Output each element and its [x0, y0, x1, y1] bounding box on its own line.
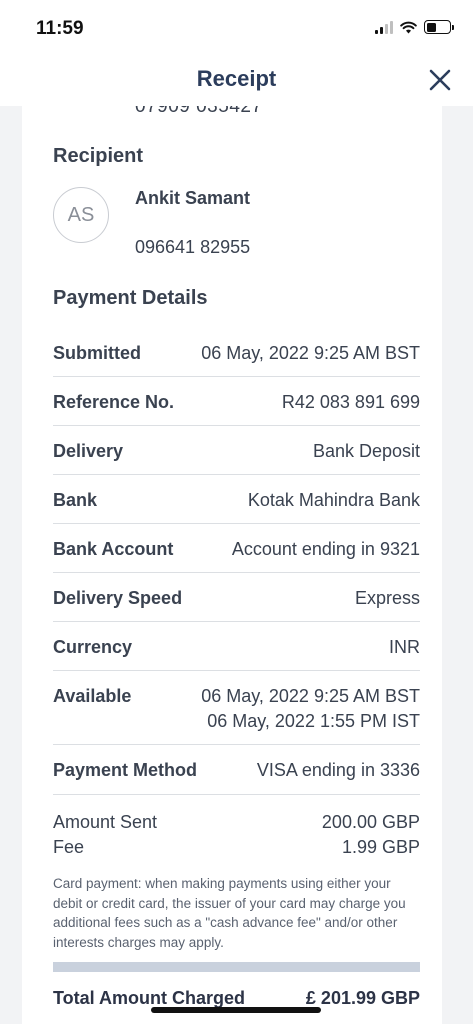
available-time-bst: 06 May, 2022 9:25 AM BST: [201, 686, 420, 706]
divider: [53, 572, 420, 573]
detail-row-delivery: Delivery Bank Deposit: [53, 441, 420, 462]
divider: [53, 523, 420, 524]
divider: [53, 794, 420, 795]
divider: [53, 744, 420, 745]
detail-row-bank-account: Bank Account Account ending in 9321: [53, 539, 420, 560]
detail-value: R42 083 891 699: [281, 392, 420, 412]
detail-label: Currency: [53, 637, 133, 657]
detail-value: Account ending in 9321: [231, 539, 420, 559]
avatar: AS: [53, 187, 109, 243]
status-icons: [375, 20, 454, 34]
header: Receipt: [0, 56, 473, 106]
status-bar: 11:59: [0, 0, 473, 56]
detail-row-payment-method: Payment Method VISA ending in 3336: [53, 760, 420, 781]
detail-value: INR: [389, 637, 420, 657]
battery-icon: [424, 20, 454, 34]
detail-value: 06 May, 2022 9:25 AM BST 06 May, 2022 1:…: [201, 686, 420, 732]
fee-label: Fee: [53, 837, 85, 857]
detail-label: Payment Method: [53, 760, 198, 780]
detail-value: VISA ending in 3336: [256, 760, 420, 780]
divider: [53, 425, 420, 426]
page-title: Receipt: [196, 66, 277, 91]
amount-sent-label: Amount Sent: [53, 812, 158, 832]
summary-divider: [53, 962, 420, 972]
total-value: £ 201.99 GBP: [305, 988, 420, 1008]
fee-row: Fee 1.99 GBP: [53, 837, 420, 858]
detail-label: Delivery Speed: [53, 588, 183, 608]
recipient-name: Ankit Samant: [135, 188, 251, 208]
detail-label: Submitted: [53, 343, 141, 363]
signal-icon: [375, 20, 393, 34]
divider: [53, 376, 420, 377]
detail-label: Bank: [53, 490, 98, 510]
amount-sent-value: 200.00 GBP: [321, 812, 420, 832]
detail-row-delivery-speed: Delivery Speed Express: [53, 588, 420, 609]
recipient-section-title: Recipient: [53, 145, 144, 167]
recipient-phone: 096641 82955: [135, 237, 251, 257]
detail-value: Bank Deposit: [312, 441, 420, 461]
amount-sent-row: Amount Sent 200.00 GBP: [53, 812, 420, 833]
detail-row-submitted: Submitted 06 May, 2022 9:25 AM BST: [53, 343, 420, 364]
detail-row-reference: Reference No. R42 083 891 699: [53, 392, 420, 413]
home-indicator[interactable]: [151, 1007, 321, 1013]
detail-label: Delivery: [53, 441, 124, 461]
detail-label: Reference No.: [53, 392, 175, 412]
detail-row-available: Available 06 May, 2022 9:25 AM BST 06 Ma…: [53, 686, 420, 732]
detail-value: 06 May, 2022 9:25 AM BST: [201, 343, 420, 363]
card-payment-note: Card payment: when making payments using…: [53, 876, 406, 950]
status-time: 11:59: [36, 18, 84, 39]
close-icon[interactable]: [428, 68, 452, 92]
payment-details-title: Payment Details: [53, 287, 208, 309]
detail-label: Bank Account: [53, 539, 174, 559]
receipt-card: 07909 035427 Recipient AS Ankit Samant 0…: [22, 92, 442, 1024]
wifi-icon: [400, 21, 417, 33]
total-label: Total Amount Charged: [53, 988, 245, 1008]
detail-row-bank: Bank Kotak Mahindra Bank: [53, 490, 420, 511]
detail-label: Available: [53, 686, 132, 706]
detail-value: Kotak Mahindra Bank: [247, 490, 420, 510]
detail-row-currency: Currency INR: [53, 637, 420, 658]
fee-value: 1.99 GBP: [341, 837, 420, 857]
divider: [53, 670, 420, 671]
divider: [53, 474, 420, 475]
detail-value: Express: [354, 588, 420, 608]
total-row: Total Amount Charged £ 201.99 GBP: [53, 988, 420, 1009]
available-time-ist: 06 May, 2022 1:55 PM IST: [207, 711, 420, 731]
divider: [53, 621, 420, 622]
